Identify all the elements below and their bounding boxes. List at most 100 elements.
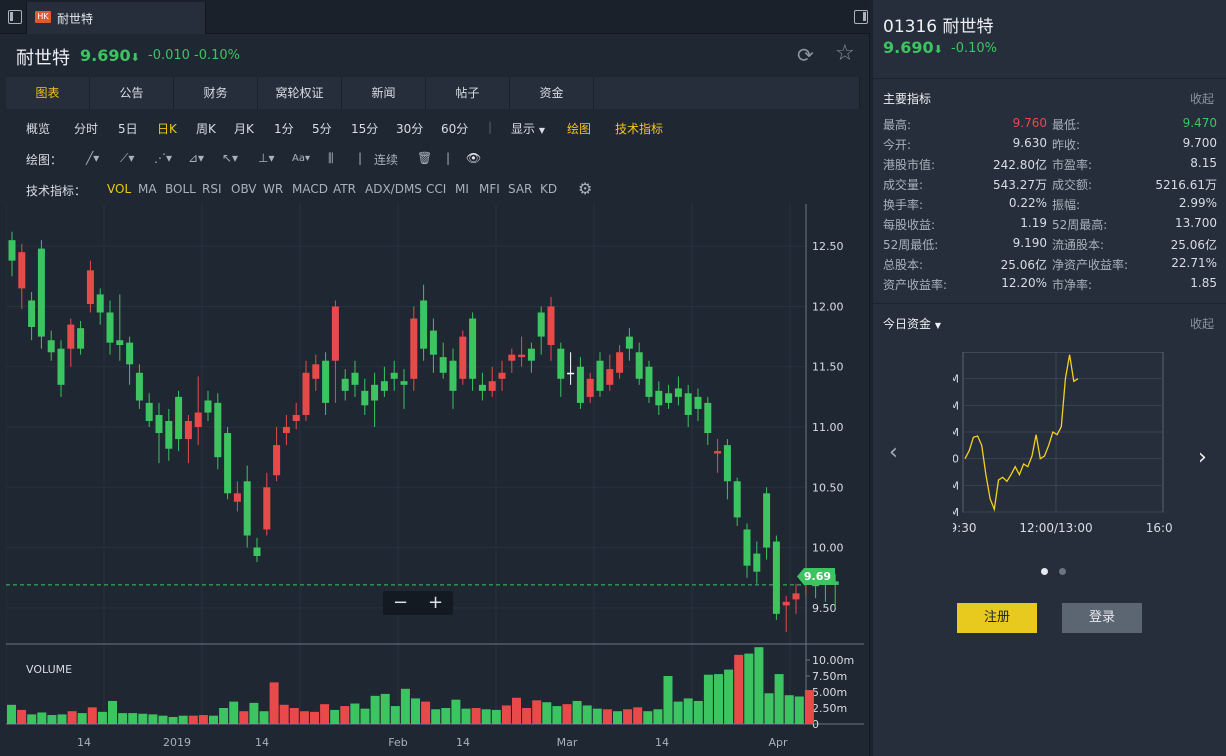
measure-tool-icon[interactable]: ⊥▾: [258, 151, 274, 165]
volume-bar: [27, 714, 37, 724]
tab-warrants[interactable]: 窝轮权证: [258, 77, 342, 109]
metric-row: 52周最低: 9.190 流通股本: 25.06亿: [883, 236, 1217, 256]
period-intraday[interactable]: 分时: [74, 120, 98, 137]
candle-body: [214, 402, 222, 458]
metric-value: 242.80亿: [993, 158, 1047, 172]
continuous-toggle[interactable]: 连续: [374, 151, 398, 168]
indicator-macd[interactable]: MACD: [292, 182, 328, 196]
indicator-obv[interactable]: OBV: [231, 182, 257, 196]
metric-label: 今开:: [883, 138, 912, 152]
channel-tool-icon[interactable]: ⟋▾: [120, 151, 134, 166]
candle-body: [371, 384, 379, 401]
candlestick-chart[interactable]: 12.50 12.00 11.50 11.00 10.50 10.00 9.50 10.00m…: [6, 204, 864, 756]
volume-bar: [663, 676, 673, 724]
display-menu[interactable]: 显示 ▼: [511, 120, 545, 137]
toggle-left-panel-icon[interactable]: [8, 10, 22, 24]
tab-posts[interactable]: 帖子: [426, 77, 510, 109]
wave-tool-icon[interactable]: ⋰▾: [154, 151, 172, 165]
candle-body: [224, 433, 232, 494]
carousel-dot-active[interactable]: [1041, 568, 1048, 575]
fund-x-tick: 16:00: [1146, 521, 1173, 535]
tab-news[interactable]: 新闻: [342, 77, 426, 109]
candle-body: [341, 378, 349, 391]
zoom-in-button[interactable]: +: [428, 591, 443, 615]
register-button[interactable]: 注册: [957, 603, 1037, 633]
info-panel: 01316 耐世特 9.690⬇ -0.10% 主要指标 收起 最高: 9.760…: [873, 0, 1226, 756]
candle-body: [616, 352, 624, 373]
fund-collapse-button[interactable]: 收起: [1190, 315, 1214, 332]
candle-tool-icon[interactable]: ⫼: [328, 151, 334, 166]
chevron-left-icon[interactable]: ‹: [889, 440, 898, 465]
candle-body: [96, 294, 104, 313]
period-1min[interactable]: 1分: [274, 120, 294, 137]
period-30min[interactable]: 30分: [396, 120, 423, 137]
favorite-star-icon[interactable]: ☆: [835, 41, 855, 66]
candle-body: [273, 445, 281, 476]
period-60min[interactable]: 60分: [441, 120, 468, 137]
candle-body: [743, 529, 751, 566]
indicator-kd[interactable]: KD: [540, 182, 557, 196]
indicator-button[interactable]: 技术指标: [615, 120, 663, 137]
refresh-icon[interactable]: ⟳: [797, 43, 814, 67]
indicator-sar[interactable]: SAR: [508, 182, 532, 196]
volume-bar: [269, 682, 279, 724]
indicator-mi[interactable]: MI: [455, 182, 469, 196]
metric-value: 9.470: [1182, 116, 1217, 130]
volume-bar: [703, 674, 713, 724]
toggle-right-panel-icon[interactable]: [854, 10, 868, 24]
volume-bar: [471, 708, 481, 724]
period-monthly[interactable]: 月K: [234, 120, 254, 137]
period-weekly[interactable]: 周K: [196, 120, 216, 137]
volume-bar: [542, 702, 552, 724]
candle-body: [410, 318, 418, 379]
market-badge: HK: [35, 11, 51, 23]
period-15min[interactable]: 15分: [351, 120, 378, 137]
eye-icon[interactable]: 👁: [466, 151, 481, 165]
period-overview[interactable]: 概览: [26, 120, 50, 137]
y-tick-label: 9.50: [812, 602, 837, 615]
indicator-boll[interactable]: BOLL: [165, 182, 196, 196]
volume-bar: [734, 654, 744, 724]
chevron-right-icon[interactable]: ›: [1198, 445, 1207, 470]
metric-value: 1.85: [1190, 276, 1217, 290]
drawing-toolbar: 绘图： ╱▾ ⟋▾ ⋰▾ ⊿▾ ↖▾ ⊥▾ Aa▾ ⫼ | 连续 🗑 | 👁: [26, 150, 526, 168]
gear-icon[interactable]: ⚙: [578, 179, 592, 198]
stock-price-value: 9.690: [80, 46, 131, 65]
tab-chart[interactable]: 图表: [6, 77, 90, 109]
indicator-atr[interactable]: ATR: [333, 182, 356, 196]
volume-bar: [128, 713, 138, 724]
fund-title[interactable]: 今日资金 ▼: [883, 315, 941, 332]
period-5day[interactable]: 5日: [118, 120, 138, 137]
login-button[interactable]: 登录: [1062, 603, 1142, 633]
draw-button[interactable]: 绘图: [567, 120, 591, 137]
candle-body: [57, 348, 65, 385]
volume-bar: [532, 700, 542, 724]
carousel-dot[interactable]: [1059, 568, 1066, 575]
zoom-out-button[interactable]: −: [393, 591, 408, 615]
text-tool-icon[interactable]: Aa▾: [292, 153, 310, 164]
candle-body: [782, 601, 790, 606]
tab-financials[interactable]: 财务: [174, 77, 258, 109]
trash-icon[interactable]: 🗑: [417, 151, 432, 165]
tab-announcements[interactable]: 公告: [90, 77, 174, 109]
arrow-tool-icon[interactable]: ↖▾: [222, 151, 238, 165]
indicator-wr[interactable]: WR: [263, 182, 283, 196]
indicator-ma[interactable]: MA: [138, 182, 157, 196]
indicator-vol[interactable]: VOL: [107, 182, 131, 196]
candle-body: [704, 402, 712, 434]
indicator-rsi[interactable]: RSI: [202, 182, 222, 196]
indicator-cci[interactable]: CCI: [426, 182, 446, 196]
fib-tool-icon[interactable]: ⊿▾: [188, 151, 204, 165]
stock-tab[interactable]: HK 耐世特: [26, 2, 206, 34]
indicator-adx[interactable]: ADX/DMS: [365, 182, 422, 196]
line-tool-icon[interactable]: ╱▾: [86, 151, 99, 165]
candle-body: [380, 381, 388, 391]
period-daily[interactable]: 日K: [157, 120, 177, 137]
indicator-mfi[interactable]: MFI: [479, 182, 500, 196]
period-5min[interactable]: 5分: [312, 120, 332, 137]
fund-y-tick: -2M: [953, 506, 959, 519]
metrics-collapse-button[interactable]: 收起: [1190, 90, 1214, 107]
tab-funds[interactable]: 资金: [510, 77, 594, 109]
fund-y-tick: 2M: [953, 399, 959, 412]
metric-label: 昨收:: [1052, 138, 1081, 152]
